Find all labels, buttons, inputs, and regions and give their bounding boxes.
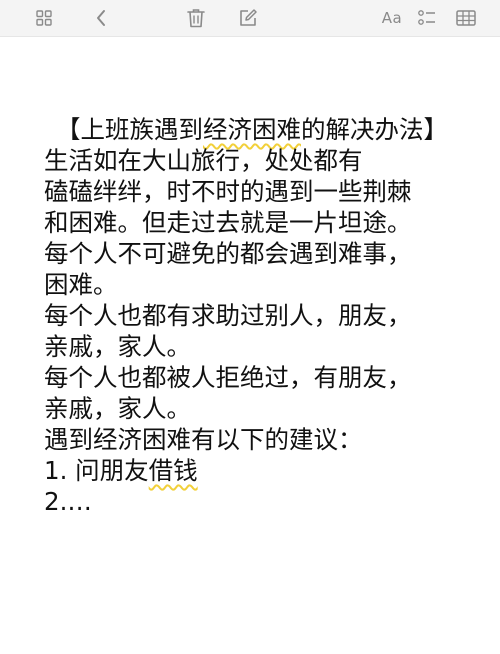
note-body[interactable]: 【上班族遇到经济困难的解决办法】 生活如在大山旅行，处处都有 磕磕绊绊，时不时的… <box>44 114 484 517</box>
note-line: 遇到经济困难有以下的建议： <box>44 425 363 454</box>
note-line: 磕磕绊绊，时不时的遇到一些荆棘 <box>44 177 412 206</box>
list-item-1: 1. 问朋友借钱 <box>44 455 484 486</box>
note-line: 和困难。但走过去就是一片坦途。 <box>44 208 412 237</box>
table-icon[interactable] <box>452 4 480 32</box>
chevron-left-icon[interactable] <box>87 4 115 32</box>
checklist-icon[interactable] <box>413 4 441 32</box>
note-title: 【上班族遇到经济困难的解决办法】 <box>56 114 484 145</box>
list-item-1-highlight: 借钱 <box>148 456 198 485</box>
note-line: 亲戚，家人。 <box>44 394 191 423</box>
title-prefix: 【上班族遇到 <box>56 115 203 144</box>
title-highlight: 经济困难 <box>203 115 301 144</box>
note-line: 每个人也都被人拒绝过，有朋友， <box>44 363 412 392</box>
title-suffix: 的解决办法】 <box>301 115 448 144</box>
trash-icon[interactable] <box>182 4 210 32</box>
note-toolbar: Aa <box>0 0 500 37</box>
compose-icon[interactable] <box>234 4 262 32</box>
list-item-2: 2.… <box>44 487 92 516</box>
format-text-button[interactable]: Aa <box>376 4 408 32</box>
format-text-label: Aa <box>381 9 403 27</box>
grid-icon[interactable] <box>30 4 58 32</box>
note-line: 困难。 <box>44 270 118 299</box>
note-line: 亲戚，家人。 <box>44 332 191 361</box>
note-line: 每个人也都有求助过别人，朋友， <box>44 301 412 330</box>
note-line: 每个人不可避免的都会遇到难事， <box>44 239 412 268</box>
list-item-1-text: 1. 问朋友 <box>44 456 149 485</box>
note-line: 生活如在大山旅行，处处都有 <box>44 146 363 175</box>
